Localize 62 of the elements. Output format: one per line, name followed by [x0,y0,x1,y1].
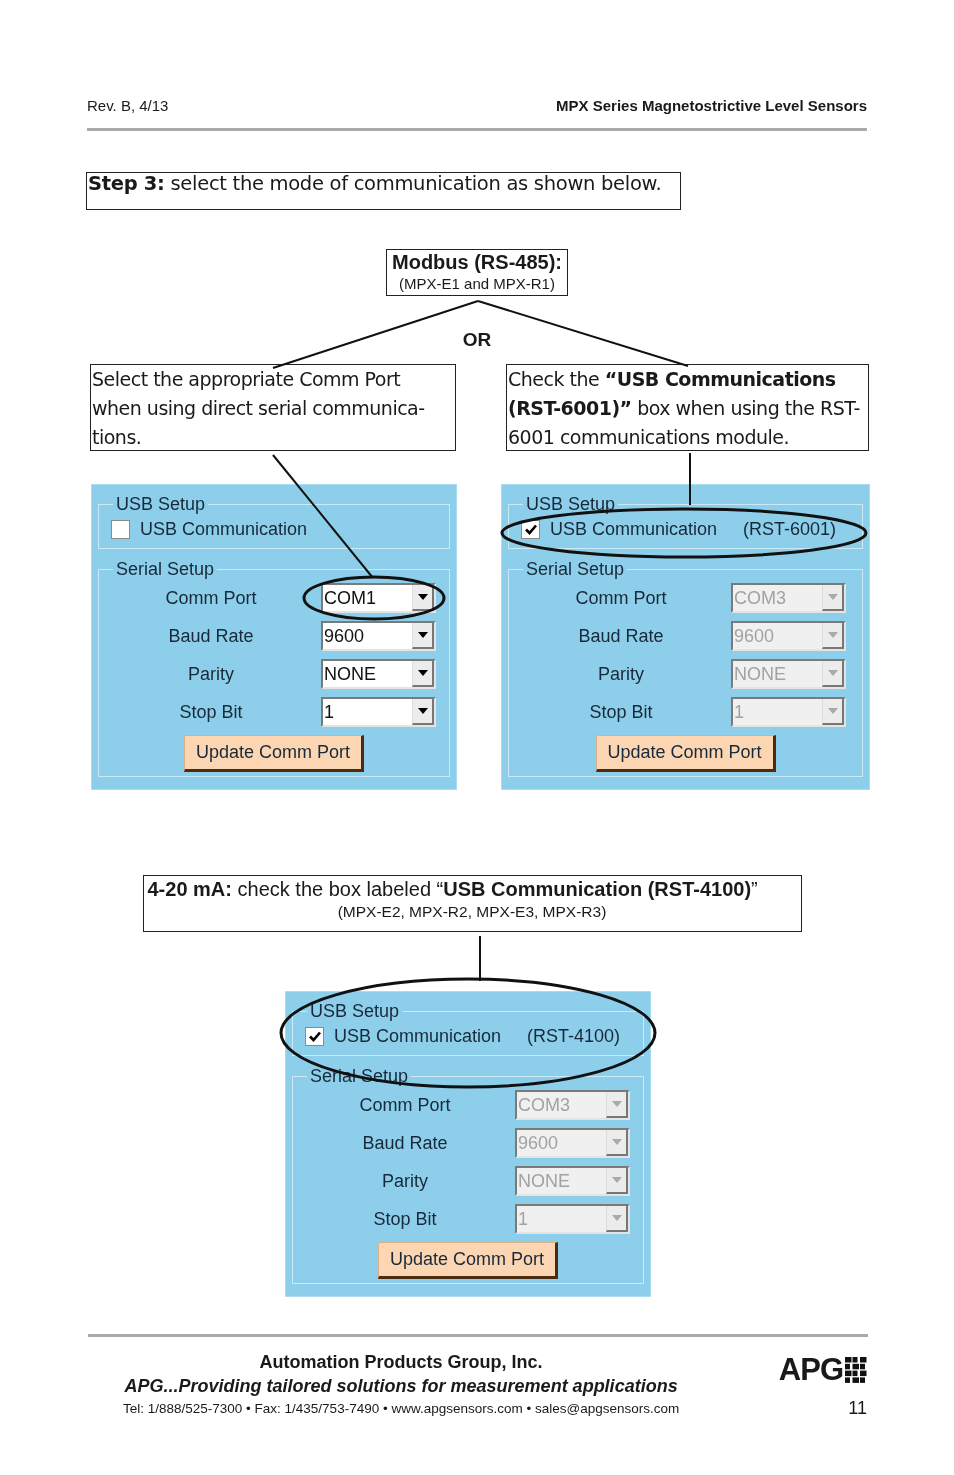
checkbox-label: USB Communication [140,519,308,540]
dropdown-field[interactable]: 1 [321,697,436,727]
mode-subtitle: (MPX-E1 and MPX-R1) [398,274,556,294]
leader-line [479,935,481,982]
caret-icon [827,708,838,714]
leader-line [689,452,691,506]
or-label: OR [462,329,492,351]
caret-icon [827,594,838,600]
field-label: Comm Port [164,587,258,609]
field-label: Baud Rate [577,625,665,647]
caret-icon [611,1139,622,1145]
check-icon [308,1031,321,1042]
field-label: Baud Rate [361,1132,449,1154]
group-legend: USB Setup [523,494,619,514]
check-icon [524,524,537,535]
dropdown-field[interactable]: COM1 [321,583,436,613]
field-label: Baud Rate [167,625,255,647]
page-number: 11 [848,1398,867,1419]
group-legend: USB Setup [113,494,209,514]
caret-icon [417,708,428,714]
group-legend: Serial Setup [523,559,628,579]
caret-icon [417,632,428,638]
dropdown-field[interactable]: 9600 [321,621,436,651]
field-label: Comm Port [574,587,668,609]
field-label: Stop Bit [178,701,244,723]
caret-icon [611,1215,622,1221]
field-label: Parity [187,663,235,685]
checkbox[interactable] [111,520,130,539]
field-label: Parity [597,663,645,685]
model-label: (RST-4100) [527,1026,621,1047]
caret-icon [417,670,428,676]
mode-title: 4-20 mA: check the box labeled “USB Communication (RST-4100)” [147,877,759,902]
caption-text: Select the appropriate Comm Port when using direct serial communica-tions. [90,364,456,451]
checkbox-label: USB Communication [334,1026,502,1047]
mode-title: Modbus (RS-485): [392,250,562,274]
field-label: Comm Port [358,1094,452,1116]
company-name: Automation Products Group, Inc. [259,1351,543,1374]
caption-text: Check the “USB Communications (RST-6001)” box when using the RST-6001 communications module. [506,364,869,451]
caret-icon [417,594,428,600]
group-legend: USB Setup [307,1001,403,1021]
company-logo: APG [778,1354,867,1386]
caret-icon [827,632,838,638]
update-button[interactable]: Update Comm Port [184,735,364,772]
step-text: Step 3: select the mode of communication as shown below. [86,172,681,210]
field-label: Stop Bit [588,701,654,723]
model-label: (RST-6001) [743,519,837,540]
field-label: Stop Bit [372,1208,438,1230]
update-button[interactable]: Update Comm Port [595,735,776,772]
revision-text: Rev. B, 4/13 [87,96,169,116]
mode-subtitle: (MPX-E2, MPX-R2, MPX-E3, MPX-R3) [336,902,608,922]
caret-icon [611,1101,622,1107]
contact-line: Tel: 1/888/525-7300 • Fax: 1/435/753-7490 • www.apgsensors.com • sales@apgsensors.com [123,1400,680,1418]
group-legend: Serial Setup [113,559,218,579]
checkbox[interactable] [305,1027,324,1046]
caret-icon [611,1177,622,1183]
tagline: APG...Providing tailored solutions for measurement applications [124,1375,678,1398]
dropdown-field[interactable]: NONE [321,659,436,689]
field-label: Parity [381,1170,429,1192]
checkbox-label: USB Communication [550,519,718,540]
update-button[interactable]: Update Comm Port [378,1242,558,1279]
caret-icon [827,670,838,676]
document-title: MPX Series Magnetostrictive Level Sensors [556,96,867,116]
